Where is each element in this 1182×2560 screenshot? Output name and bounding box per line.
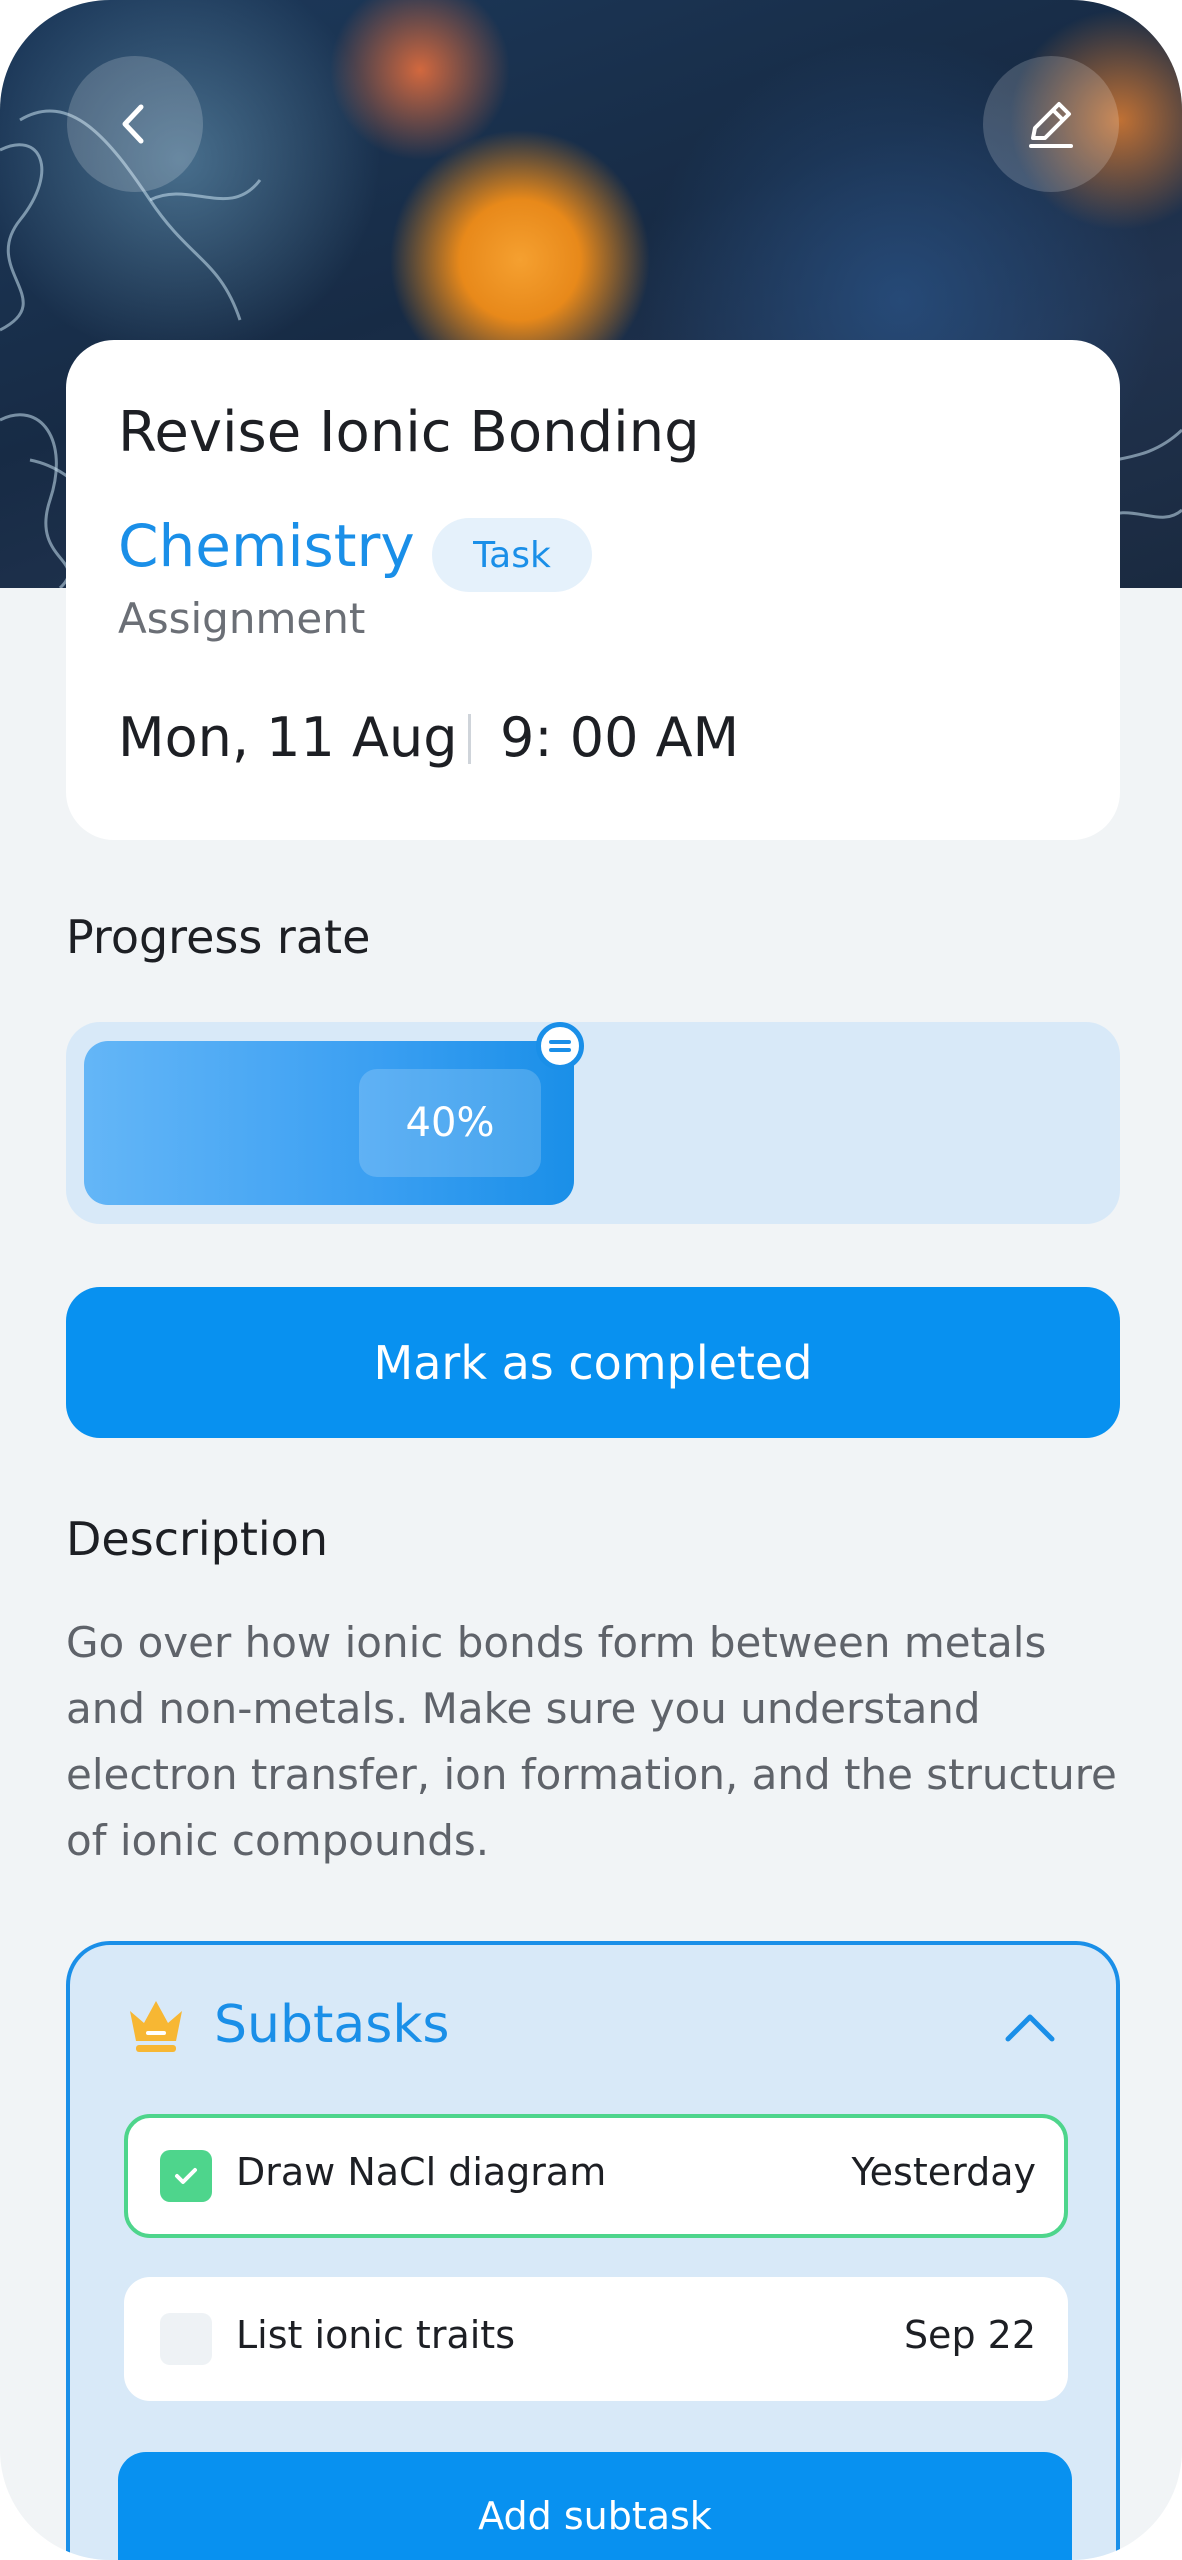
subtask-checkbox-checked[interactable] — [160, 2150, 212, 2202]
subtasks-panel: Subtasks Draw NaCl diagram Yesterday Lis… — [66, 1941, 1120, 2560]
task-category: Assignment — [118, 594, 366, 643]
subtask-date: Yesterday — [851, 2150, 1036, 2194]
mark-completed-button[interactable]: Mark as completed — [66, 1287, 1120, 1438]
progress-title: Progress rate — [66, 910, 371, 964]
task-type-badge: Task — [432, 518, 592, 592]
subtask-label: Draw NaCl diagram — [236, 2150, 607, 2194]
date-time-divider — [468, 714, 471, 764]
subtask-date: Sep 22 — [903, 2313, 1036, 2357]
task-title: Revise Ionic Bonding — [118, 400, 700, 465]
checkmark-icon — [175, 2168, 197, 2184]
progress-slider-handle[interactable] — [536, 1022, 584, 1070]
chevron-left-icon — [122, 104, 144, 144]
description-text: Go over how ionic bonds form between met… — [66, 1618, 1117, 1865]
chevron-up-icon[interactable] — [1002, 2001, 1058, 2057]
task-info-card: Revise Ionic Bonding Chemistry Task Assi… — [66, 340, 1120, 840]
task-date: Mon, 11 Aug — [118, 706, 458, 769]
back-button[interactable] — [67, 56, 203, 192]
subtask-checkbox[interactable] — [160, 2313, 212, 2365]
subtask-item[interactable]: Draw NaCl diagram Yesterday — [124, 2114, 1068, 2238]
pencil-icon — [1029, 102, 1073, 148]
subtask-item[interactable]: List ionic traits Sep 22 — [124, 2277, 1068, 2401]
drag-handle-icon — [549, 1040, 571, 1052]
add-subtask-button[interactable]: Add subtask — [118, 2452, 1072, 2560]
progress-value: 40% — [359, 1069, 541, 1177]
description-title: Description — [66, 1512, 328, 1566]
edit-button[interactable] — [983, 56, 1119, 192]
crown-icon — [130, 2001, 182, 2052]
task-subject: Chemistry — [118, 512, 415, 580]
task-detail-screen: Revise Ionic Bonding Chemistry Task Assi… — [0, 0, 1182, 2560]
subtasks-title: Subtasks — [214, 1995, 450, 2055]
task-time: 9: 00 AM — [500, 706, 740, 769]
subtask-label: List ionic traits — [236, 2313, 515, 2357]
